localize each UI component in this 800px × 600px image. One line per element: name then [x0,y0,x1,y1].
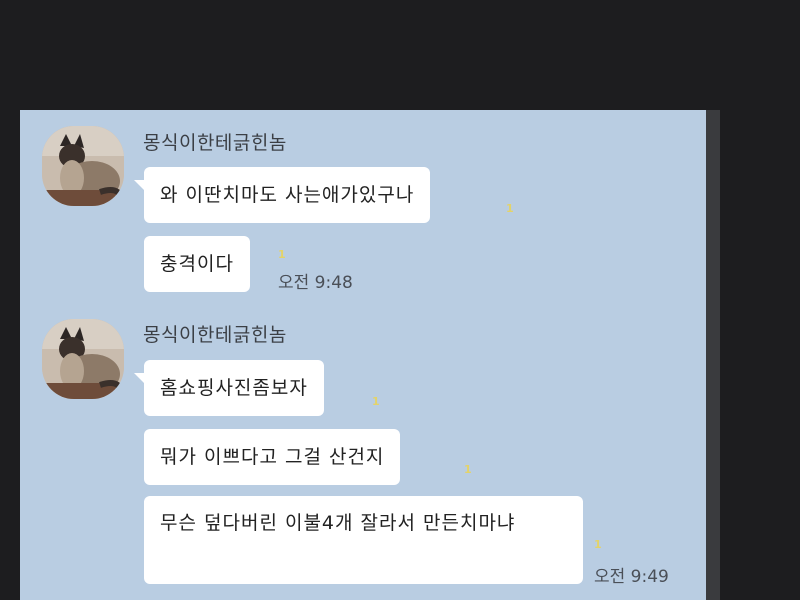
unread-count: 1 [372,395,380,408]
cat-avatar-icon [42,126,124,206]
unread-count: 1 [278,248,286,261]
cat-avatar-icon [42,319,124,399]
sender-name: 몽식이한테긁힌놈 [143,132,287,154]
unread-count: 1 [594,538,602,551]
sender-name: 몽식이한테긁힌놈 [143,324,287,346]
message-text: 무슨 덮다버린 이불4개 잘라서 만든치마냐 [160,512,516,534]
message-bubble[interactable]: 와 이딴치마도 사는애가있구나 [133,167,431,223]
message-bubble[interactable]: 무슨 덮다버린 이불4개 잘라서 만든치마냐 [144,496,583,584]
message-text: 홈쇼핑사진좀보자 [160,377,308,399]
message-bubble[interactable]: 홈쇼핑사진좀보자 [134,360,324,416]
screenshot-frame: 몽식이한테긁힌놈 와 이딴치마도 사는애가있구나 1 충격이다 1 오전 9:4… [0,0,800,600]
message-bubble[interactable]: 뭐가 이쁘다고 그걸 산건지 [144,429,401,485]
message-bubble[interactable]: 충격이다 [144,236,250,292]
window-edge [706,110,720,600]
message-text: 충격이다 [160,253,234,275]
message-text: 와 이딴치마도 사는애가있구나 [160,184,415,206]
message-timestamp: 오전 9:48 [278,273,353,293]
unread-count: 1 [464,463,472,476]
sender-avatar-cat[interactable] [42,319,124,399]
chat-room: 몽식이한테긁힌놈 와 이딴치마도 사는애가있구나 1 충격이다 1 오전 9:4… [20,110,706,600]
sender-avatar-cat[interactable] [42,126,124,206]
message-timestamp: 오전 9:49 [594,567,669,587]
unread-count: 1 [506,202,514,215]
message-text: 뭐가 이쁘다고 그걸 산건지 [160,446,385,468]
